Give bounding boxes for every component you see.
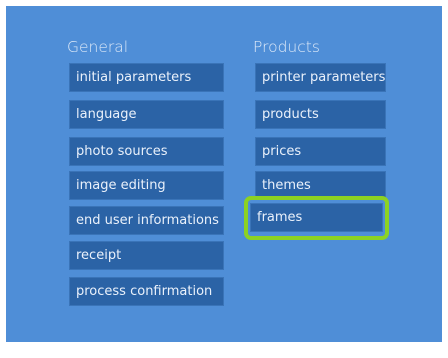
products-item-products[interactable]: products xyxy=(255,100,386,129)
products-item-prices[interactable]: prices xyxy=(255,137,386,166)
products-item-frames[interactable]: frames xyxy=(250,203,383,232)
general-item-process-confirmation[interactable]: process confirmation xyxy=(69,277,224,306)
products-item-themes[interactable]: themes xyxy=(255,171,386,200)
general-item-initial-parameters[interactable]: initial parameters xyxy=(69,63,224,92)
general-item-language[interactable]: language xyxy=(69,100,224,129)
general-item-receipt[interactable]: receipt xyxy=(69,241,224,270)
products-item-printer-parameters[interactable]: printer parameters xyxy=(255,63,386,92)
products-title: Products xyxy=(253,38,320,56)
general-item-photo-sources[interactable]: photo sources xyxy=(69,137,224,166)
general-item-end-user-informations[interactable]: end user informations xyxy=(69,206,224,235)
general-title: General xyxy=(67,38,129,56)
general-item-image-editing[interactable]: image editing xyxy=(69,171,224,200)
